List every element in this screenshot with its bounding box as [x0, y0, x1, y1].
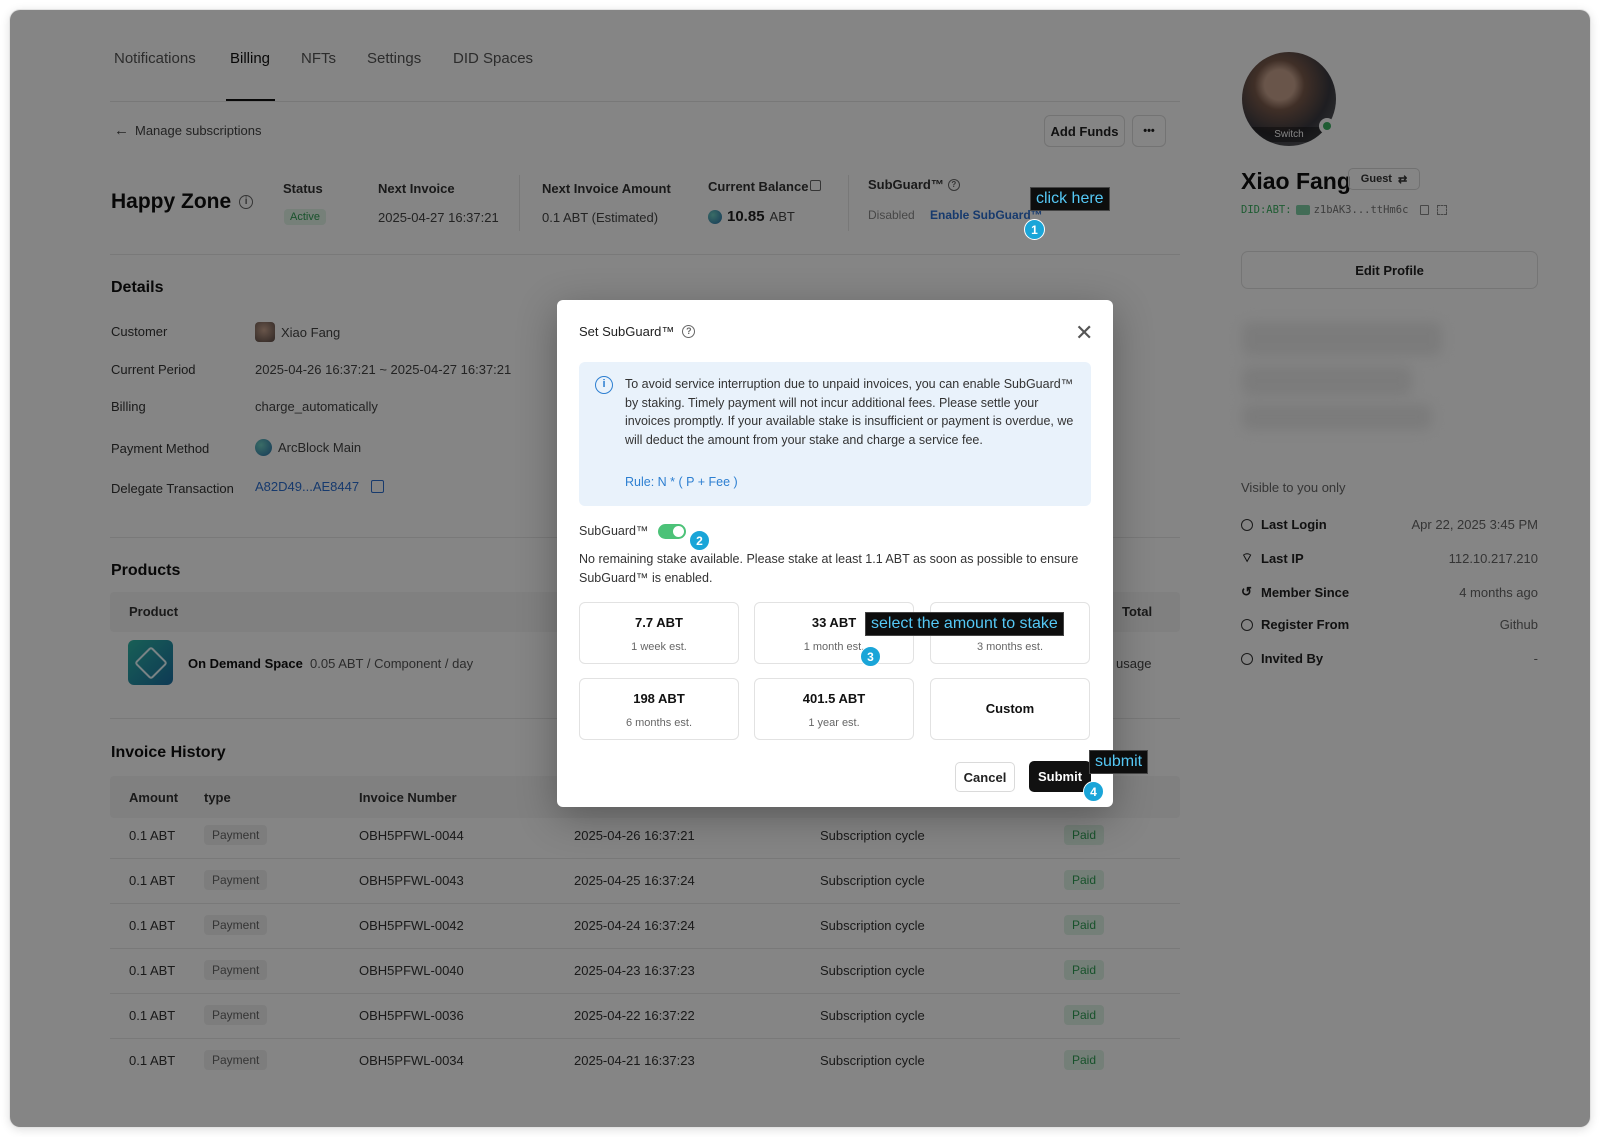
- option-estimate: 6 months est.: [625, 717, 693, 729]
- step-badge-3: 3: [860, 646, 881, 667]
- step-badge-1: 1: [1024, 219, 1045, 240]
- option-estimate: 1 month est.: [803, 641, 865, 653]
- option-amount: 7.7 ABT: [635, 615, 683, 630]
- help-icon[interactable]: ?: [682, 325, 696, 338]
- app-window: Notifications Billing NFTs Settings DID …: [10, 10, 1590, 1127]
- stake-option-1-year[interactable]: 401.5 ABT 1 year est.: [754, 678, 914, 740]
- dialog-title: Set SubGuard™ ?: [579, 324, 696, 339]
- info-icon: i: [595, 376, 613, 394]
- annotation-select-amount: select the amount to stake: [865, 612, 1064, 636]
- set-subguard-dialog: Set SubGuard™ ? ✕ i To avoid service int…: [557, 300, 1149, 807]
- option-amount: 401.5 ABT: [802, 691, 866, 706]
- subguard-toggle-label: SubGuard™: [579, 524, 649, 538]
- rule-text: Rule: N * ( P + Fee ): [625, 475, 738, 489]
- stake-option-custom[interactable]: Custom: [930, 678, 1090, 740]
- subguard-info-box: i To avoid service interruption due to u…: [579, 362, 1091, 506]
- subguard-toggle[interactable]: [658, 524, 686, 539]
- dialog-title-text: Set SubGuard™: [579, 324, 675, 339]
- close-icon[interactable]: ✕: [1075, 320, 1093, 346]
- option-estimate: 3 months est.: [976, 641, 1044, 653]
- stake-option-1-week[interactable]: 7.7 ABT 1 week est.: [579, 602, 739, 664]
- submit-button[interactable]: Submit: [1029, 761, 1091, 792]
- step-badge-2: 2: [689, 530, 710, 551]
- option-estimate: 1 year est.: [808, 717, 860, 729]
- step-badge-4: 4: [1083, 781, 1104, 802]
- custom-option-label: Custom: [985, 701, 1035, 716]
- annotation-click-here: click here: [1030, 187, 1110, 211]
- stake-option-6-months[interactable]: 198 ABT 6 months est.: [579, 678, 739, 740]
- cancel-button[interactable]: Cancel: [955, 762, 1015, 792]
- info-text: To avoid service interruption due to unp…: [625, 377, 1074, 447]
- stake-warning: No remaining stake available. Please sta…: [579, 552, 1079, 585]
- option-amount: 198 ABT: [633, 691, 685, 706]
- annotation-submit: submit: [1089, 750, 1149, 774]
- option-estimate: 1 week est.: [631, 641, 687, 653]
